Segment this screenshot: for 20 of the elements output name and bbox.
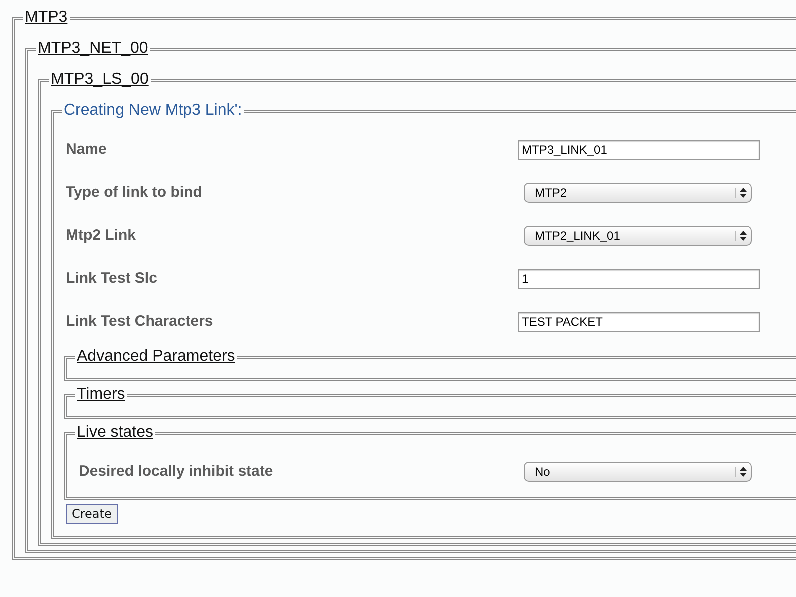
section-link[interactable]: Live states [75, 424, 156, 442]
field-label: Type of link to bind [65, 184, 204, 201]
create-button[interactable]: Create [66, 504, 118, 524]
form-heading: Creating New Mtp3 Link': [63, 102, 244, 120]
field-label: Mtp2 Link [65, 227, 137, 244]
section-link[interactable]: MTP3_NET_00 [36, 40, 150, 58]
field-label: Name [65, 141, 108, 158]
field-label: Link Test Characters [65, 313, 214, 330]
section-link[interactable]: Timers [75, 386, 128, 404]
text-input-field[interactable]: TEST PACKET [518, 312, 760, 332]
section-link[interactable]: MTP3 [23, 9, 70, 27]
text-input-field[interactable]: 1 [518, 268, 760, 288]
field-label: Desired locally inhibit state [78, 463, 274, 480]
dropdown-select[interactable]: No [524, 462, 752, 482]
section-link[interactable]: Advanced Parameters [75, 348, 238, 366]
field-label: Link Test Slc [65, 270, 158, 287]
dropdown-select[interactable]: MTP2 [524, 182, 752, 202]
section-link[interactable]: MTP3_LS_00 [49, 71, 151, 89]
dropdown-select[interactable]: MTP2_LINK_01 [524, 226, 752, 246]
text-input-field[interactable]: MTP3_LINK_01 [518, 140, 760, 160]
